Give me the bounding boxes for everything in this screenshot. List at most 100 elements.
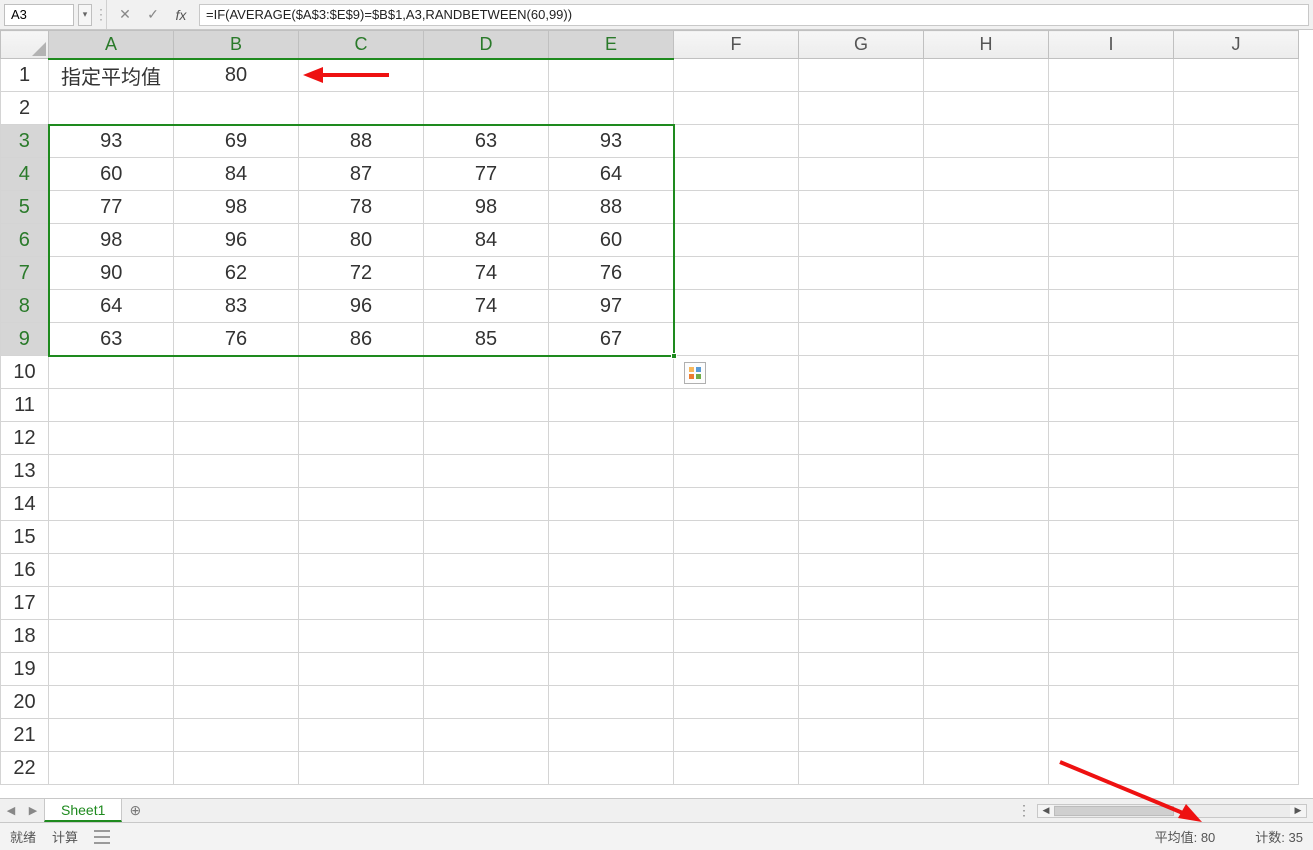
cell-H10[interactable] — [924, 356, 1049, 389]
cell-F20[interactable] — [674, 686, 799, 719]
cell-F18[interactable] — [674, 620, 799, 653]
row-header-8[interactable]: 8 — [1, 290, 49, 323]
row-header-4[interactable]: 4 — [1, 158, 49, 191]
cell-B3[interactable]: 69 — [174, 125, 299, 158]
cell-E14[interactable] — [549, 488, 674, 521]
cell-G7[interactable] — [799, 257, 924, 290]
column-header-F[interactable]: F — [674, 31, 799, 59]
row-header-20[interactable]: 20 — [1, 686, 49, 719]
cell-C14[interactable] — [299, 488, 424, 521]
cell-E11[interactable] — [549, 389, 674, 422]
cell-D22[interactable] — [424, 752, 549, 785]
cell-D13[interactable] — [424, 455, 549, 488]
cell-I18[interactable] — [1049, 620, 1174, 653]
cell-C18[interactable] — [299, 620, 424, 653]
tab-next-button[interactable]: ▶ — [22, 799, 44, 822]
row-header-12[interactable]: 12 — [1, 422, 49, 455]
cell-J9[interactable] — [1174, 323, 1299, 356]
cell-D7[interactable]: 74 — [424, 257, 549, 290]
cell-C2[interactable] — [299, 92, 424, 125]
tab-prev-button[interactable]: ◀ — [0, 799, 22, 822]
cell-D21[interactable] — [424, 719, 549, 752]
cell-J18[interactable] — [1174, 620, 1299, 653]
column-header-D[interactable]: D — [424, 31, 549, 59]
cell-F6[interactable] — [674, 224, 799, 257]
cell-J5[interactable] — [1174, 191, 1299, 224]
cell-E1[interactable] — [549, 59, 674, 92]
cell-H18[interactable] — [924, 620, 1049, 653]
cell-J15[interactable] — [1174, 521, 1299, 554]
cell-A12[interactable] — [49, 422, 174, 455]
cell-H2[interactable] — [924, 92, 1049, 125]
cell-A11[interactable] — [49, 389, 174, 422]
row-header-21[interactable]: 21 — [1, 719, 49, 752]
cell-B20[interactable] — [174, 686, 299, 719]
cell-J19[interactable] — [1174, 653, 1299, 686]
cell-H19[interactable] — [924, 653, 1049, 686]
cell-B1[interactable]: 80 — [174, 59, 299, 92]
cell-D15[interactable] — [424, 521, 549, 554]
cell-E9[interactable]: 67 — [549, 323, 674, 356]
cell-B9[interactable]: 76 — [174, 323, 299, 356]
cell-H7[interactable] — [924, 257, 1049, 290]
cell-H3[interactable] — [924, 125, 1049, 158]
cell-H5[interactable] — [924, 191, 1049, 224]
column-header-C[interactable]: C — [299, 31, 424, 59]
cell-E21[interactable] — [549, 719, 674, 752]
cell-D9[interactable]: 85 — [424, 323, 549, 356]
cell-D2[interactable] — [424, 92, 549, 125]
cell-C4[interactable]: 87 — [299, 158, 424, 191]
cell-G6[interactable] — [799, 224, 924, 257]
cell-E22[interactable] — [549, 752, 674, 785]
cell-J22[interactable] — [1174, 752, 1299, 785]
cell-H20[interactable] — [924, 686, 1049, 719]
cell-D4[interactable]: 77 — [424, 158, 549, 191]
cell-C3[interactable]: 88 — [299, 125, 424, 158]
column-header-A[interactable]: A — [49, 31, 174, 59]
column-header-J[interactable]: J — [1174, 31, 1299, 59]
cell-H9[interactable] — [924, 323, 1049, 356]
cell-D11[interactable] — [424, 389, 549, 422]
cell-J11[interactable] — [1174, 389, 1299, 422]
cell-E3[interactable]: 93 — [549, 125, 674, 158]
horizontal-scrollbar[interactable]: ◀ ▶ — [1037, 804, 1307, 818]
cell-A21[interactable] — [49, 719, 174, 752]
cell-E12[interactable] — [549, 422, 674, 455]
cell-F17[interactable] — [674, 587, 799, 620]
cell-G19[interactable] — [799, 653, 924, 686]
cell-F8[interactable] — [674, 290, 799, 323]
cell-G20[interactable] — [799, 686, 924, 719]
cell-B22[interactable] — [174, 752, 299, 785]
cell-H14[interactable] — [924, 488, 1049, 521]
cell-F1[interactable] — [674, 59, 799, 92]
cell-E17[interactable] — [549, 587, 674, 620]
cell-C16[interactable] — [299, 554, 424, 587]
row-header-18[interactable]: 18 — [1, 620, 49, 653]
row-header-5[interactable]: 5 — [1, 191, 49, 224]
cell-B2[interactable] — [174, 92, 299, 125]
cell-B13[interactable] — [174, 455, 299, 488]
row-header-1[interactable]: 1 — [1, 59, 49, 92]
cell-E13[interactable] — [549, 455, 674, 488]
cell-B18[interactable] — [174, 620, 299, 653]
cell-G22[interactable] — [799, 752, 924, 785]
cell-H6[interactable] — [924, 224, 1049, 257]
cell-J2[interactable] — [1174, 92, 1299, 125]
cell-G8[interactable] — [799, 290, 924, 323]
cell-H13[interactable] — [924, 455, 1049, 488]
cell-G14[interactable] — [799, 488, 924, 521]
cell-G12[interactable] — [799, 422, 924, 455]
cell-I21[interactable] — [1049, 719, 1174, 752]
cell-E10[interactable] — [549, 356, 674, 389]
cell-A9[interactable]: 63 — [49, 323, 174, 356]
cell-J4[interactable] — [1174, 158, 1299, 191]
cell-J14[interactable] — [1174, 488, 1299, 521]
cell-E15[interactable] — [549, 521, 674, 554]
cell-H22[interactable] — [924, 752, 1049, 785]
cell-I17[interactable] — [1049, 587, 1174, 620]
cell-F5[interactable] — [674, 191, 799, 224]
cell-I11[interactable] — [1049, 389, 1174, 422]
cell-F16[interactable] — [674, 554, 799, 587]
cell-J10[interactable] — [1174, 356, 1299, 389]
cell-G1[interactable] — [799, 59, 924, 92]
